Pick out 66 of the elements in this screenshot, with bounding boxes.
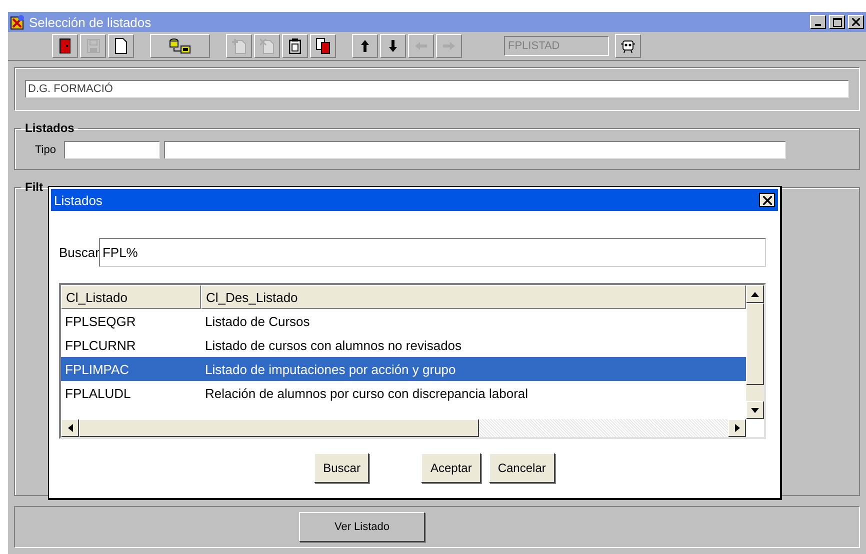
- toolbar-button[interactable]: [282, 34, 308, 58]
- clipboard-icon: [289, 38, 301, 54]
- database-icon: [169, 38, 191, 54]
- close-icon: [852, 18, 860, 26]
- type-code-field[interactable]: [64, 141, 160, 159]
- type-description-field[interactable]: [164, 141, 786, 159]
- table-cell-text: FPLCURNR: [64, 338, 137, 352]
- list-row[interactable]: FPLIMPAC Listado de imputaciones por acción y grupo: [61, 357, 746, 381]
- table-cell-text: Listado de Cursos: [204, 314, 311, 328]
- group-title: Filt: [24, 180, 44, 194]
- maximize-icon: [832, 18, 842, 26]
- table-cell-text: FPLSEQGR: [64, 314, 137, 328]
- dialog-title: Listados: [54, 192, 104, 208]
- organization-field[interactable]: D.G. FORMACIÓ: [25, 80, 849, 98]
- table-cell-text: Listado de cursos con alumnos no revisados: [204, 338, 463, 352]
- document-plus-icon: [232, 38, 246, 54]
- search-label: Buscar: [59, 245, 100, 260]
- table-cell-text: FPLIMPAC: [64, 362, 130, 376]
- toolbar-button[interactable]: [108, 34, 134, 58]
- list-row[interactable]: FPLCURNR Listado de cursos con alumnos no revisados: [61, 333, 746, 357]
- table-cell-text: Relación de alumnos por curso con discrepancia laboral: [204, 386, 530, 400]
- search-field[interactable]: FPL%: [99, 238, 766, 267]
- view-report-button[interactable]: Ver Listado: [299, 512, 425, 542]
- document-cross-icon: [260, 38, 274, 54]
- robot-icon: [620, 38, 636, 54]
- scroll-down-button[interactable]: [746, 401, 764, 419]
- column-header[interactable]: Cl_Listado: [61, 285, 201, 309]
- help-button[interactable]: [615, 34, 641, 58]
- close-button[interactable]: [759, 193, 775, 207]
- scroll-thumb[interactable]: [79, 419, 479, 437]
- close-icon: [762, 196, 772, 204]
- page-icon: [115, 38, 127, 54]
- toolbar-button[interactable]: [310, 34, 336, 58]
- list-row[interactable]: FPLSEQGR Listado de Cursos: [61, 309, 746, 333]
- down-arrow-icon: [388, 39, 398, 53]
- scroll-right-button[interactable]: [728, 419, 746, 437]
- right-triangle-icon: [734, 424, 740, 432]
- door-icon: [59, 38, 71, 54]
- window-title: Selección de listados: [29, 14, 152, 30]
- left-triangle-icon: [68, 424, 72, 432]
- table-cell-text: FPLALUDL: [64, 386, 132, 400]
- toolbar-button[interactable]: [380, 34, 406, 58]
- horizontal-scrollbar[interactable]: [61, 419, 746, 437]
- dialog-button[interactable]: Cancelar: [488, 453, 555, 483]
- minimize-button[interactable]: [810, 15, 826, 29]
- up-triangle-icon: [751, 292, 759, 296]
- dialog-button[interactable]: Aceptar: [421, 453, 481, 483]
- toolbar-button[interactable]: [52, 34, 78, 58]
- scroll-left-button[interactable]: [61, 419, 79, 437]
- column-header[interactable]: Cl_Des_Listado: [201, 285, 746, 309]
- scroll-thumb[interactable]: [746, 303, 764, 385]
- form-name-field: FPLISTAD: [504, 36, 609, 56]
- table-cell-text: Listado de imputaciones por acción y grupo: [204, 362, 457, 376]
- maximize-button[interactable]: [829, 15, 845, 29]
- up-arrow-icon: [360, 39, 370, 53]
- down-triangle-icon: [751, 408, 759, 412]
- app-icon: [10, 14, 26, 30]
- toolbar-button[interactable]: [150, 34, 210, 58]
- list-row[interactable]: FPLALUDL Relación de alumnos por curso con discrepancia laboral: [61, 381, 746, 405]
- copy-icon: [316, 38, 330, 54]
- group-title: Listados: [24, 121, 76, 135]
- scroll-up-button[interactable]: [746, 285, 764, 303]
- toolbar-button[interactable]: [352, 34, 378, 58]
- field-label: Tipo: [35, 144, 56, 156]
- dialog-button[interactable]: Buscar: [314, 453, 370, 483]
- vertical-scrollbar[interactable]: [746, 285, 764, 419]
